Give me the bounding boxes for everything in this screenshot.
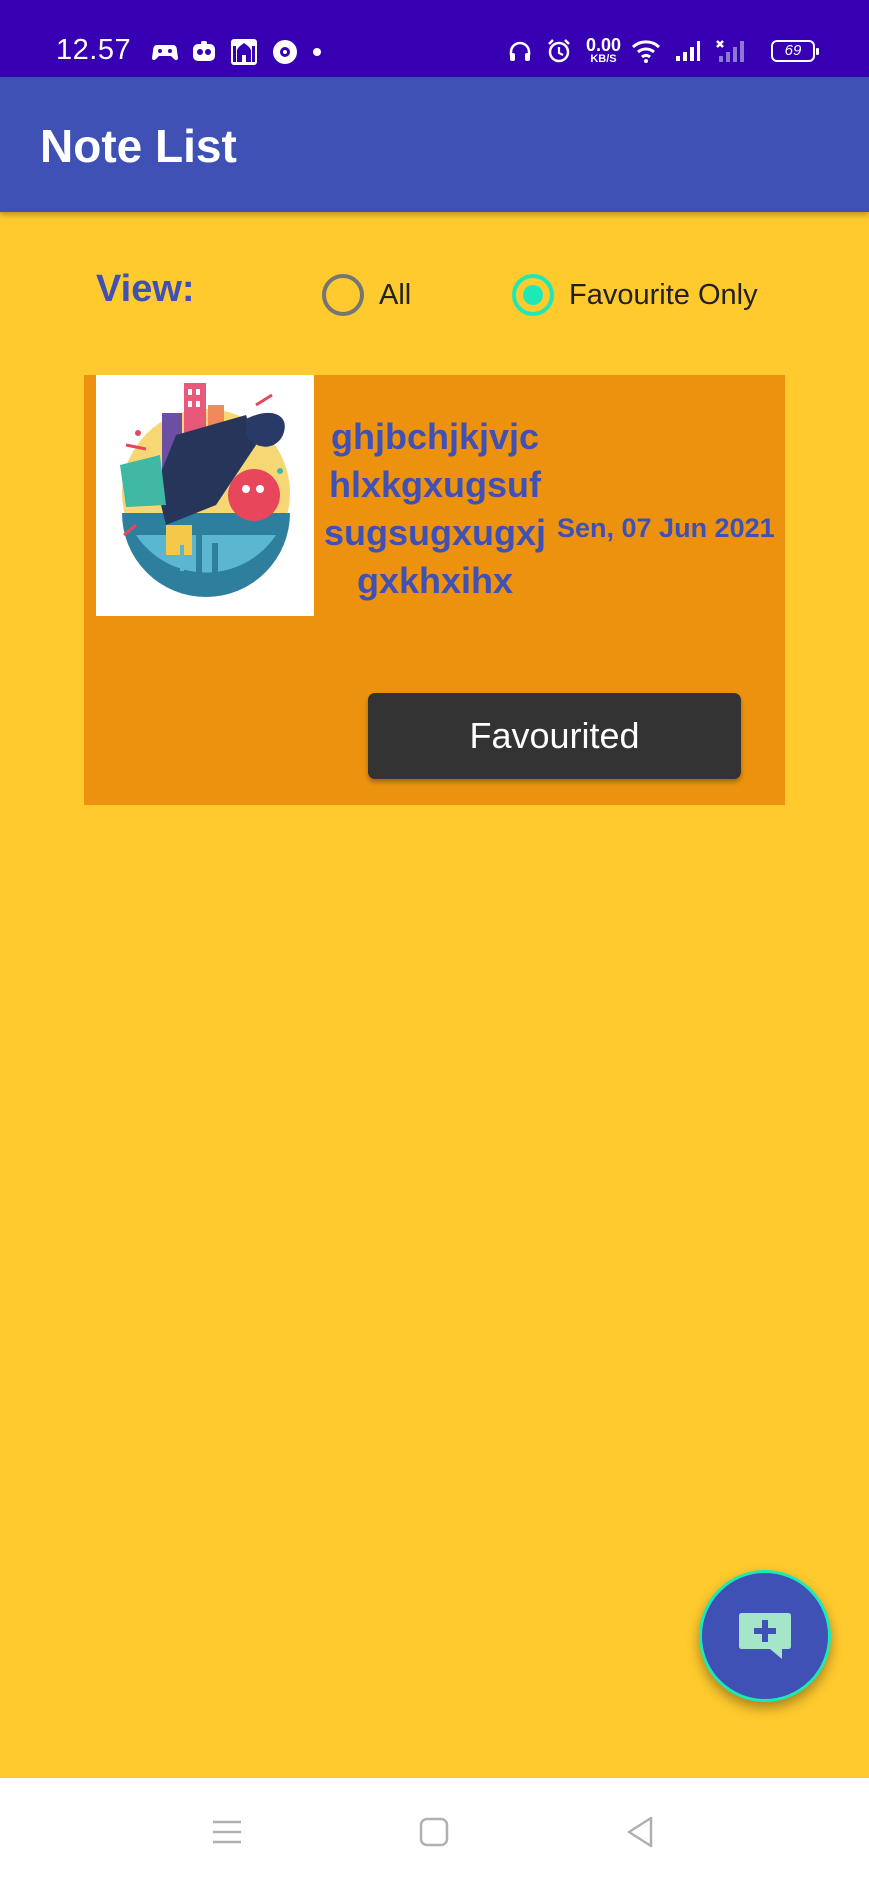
home-icon[interactable]: [414, 1812, 454, 1852]
social-app-icon: [192, 41, 216, 63]
note-date: Sen, 07 Jun 2021: [557, 513, 775, 543]
radio-favourite-only[interactable]: Favourite Only: [512, 274, 758, 316]
note-image: [96, 375, 314, 616]
view-filter: View: All Favourite Only: [0, 262, 869, 332]
favourited-button[interactable]: Favourited: [368, 693, 741, 779]
mosque-app-icon: [230, 38, 258, 66]
status-right-icons: 0.00 KB/S 69: [508, 36, 819, 65]
add-note-fab[interactable]: [699, 1570, 831, 1702]
net-speed-unit: KB/S: [590, 53, 617, 65]
signal-no-service-icon: [715, 39, 745, 63]
page-title: Note List: [40, 120, 237, 172]
back-icon[interactable]: [620, 1812, 660, 1852]
radio-all-circle-icon[interactable]: [322, 274, 364, 316]
radio-all-label: All: [379, 278, 412, 311]
headset-icon: [508, 40, 532, 62]
view-label: View:: [96, 268, 195, 310]
battery-icon: 69: [771, 39, 819, 62]
notification-dot-icon: [312, 47, 322, 57]
note-title: ghjbchjkjvjchlxkgxugsufsugsugxugxjgxkhxi…: [323, 416, 547, 601]
location-app-icon: [272, 39, 298, 65]
status-bar: 12.57 0.00 KB/S 69: [0, 0, 869, 77]
system-nav-bar: [0, 1778, 869, 1883]
alarm-icon: [546, 38, 572, 64]
net-speed-value: 0.00: [585, 35, 621, 55]
note-card[interactable]: ghjbchjkjvjchlxkgxugsufsugsugxugxjgxkhxi…: [84, 375, 785, 805]
status-left-icons: [152, 38, 336, 66]
app-bar: Note List: [0, 77, 869, 212]
city-illustration-icon: [96, 375, 314, 616]
radio-favourite-circle-icon[interactable]: [512, 274, 554, 316]
add-comment-icon: [739, 1613, 791, 1659]
status-time: 12.57: [56, 34, 132, 66]
signal-icon: [675, 40, 701, 62]
menu-icon[interactable]: [207, 1812, 247, 1852]
net-speed: 0.00 KB/S: [586, 36, 621, 65]
radio-favourite-label: Favourite Only: [569, 278, 758, 311]
radio-all[interactable]: All: [322, 274, 411, 316]
wifi-icon: [631, 39, 661, 63]
game-controller-icon: [152, 42, 178, 62]
